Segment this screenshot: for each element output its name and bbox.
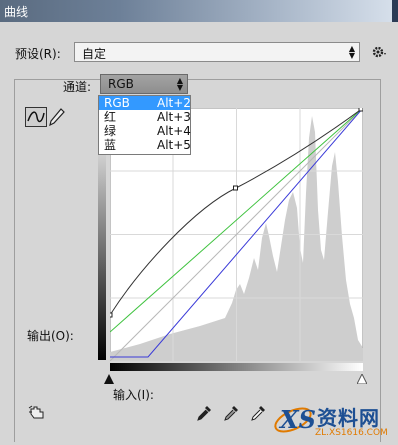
white-point-slider[interactable] [357, 374, 367, 384]
title-bar-edge [392, 0, 398, 22]
eyedropper-gray-icon[interactable] [222, 404, 240, 422]
watermark-url: ZL.XS1616.COM [315, 428, 388, 438]
watermark-name: 资料网 [317, 406, 380, 430]
input-gradient-bar [110, 363, 363, 371]
gear-icon[interactable] [371, 44, 387, 60]
select-arrows-icon: ▲ ▼ [176, 76, 183, 92]
black-point-slider[interactable] [104, 374, 114, 384]
eyedropper-white-icon[interactable] [249, 404, 267, 422]
site-watermark: XS 资料网 ZL.XS1616.COM [271, 398, 398, 445]
output-label: 输出(O): [27, 329, 74, 343]
channel-label: 通道: [63, 80, 92, 94]
pencil-icon[interactable] [49, 108, 65, 126]
channel-select[interactable]: RGB ▲ ▼ [100, 74, 188, 94]
svg-text:XS: XS [278, 405, 315, 434]
curve-point-end[interactable] [358, 108, 363, 112]
menu-item-blue[interactable]: 蓝 Alt+5 [99, 138, 191, 152]
menu-item-rgb[interactable]: RGB Alt+2 [99, 96, 191, 110]
preset-select[interactable]: 自定 ▲ ▼ [74, 42, 360, 62]
eyedropper-black-icon[interactable] [195, 404, 213, 422]
menu-item-red[interactable]: 红 Alt+3 [99, 110, 191, 124]
window-title: 曲线 [4, 5, 29, 19]
hand-adjust-icon[interactable] [28, 404, 46, 422]
select-arrows-icon: ▲ ▼ [348, 44, 355, 60]
menu-item-green[interactable]: 绿 Alt+4 [99, 124, 191, 138]
channel-value: RGB [108, 77, 134, 91]
watermark-logo-icon: XS [274, 405, 316, 434]
input-label: 输入(I): [113, 388, 154, 402]
title-bar: 曲线 [0, 0, 398, 22]
preset-value: 自定 [82, 47, 107, 61]
curve-tool-icon [27, 111, 45, 123]
curve-point-start[interactable] [110, 312, 113, 318]
curve-tool-button[interactable] [25, 107, 47, 127]
preset-label: 预设(R): [15, 47, 61, 61]
curve-point-mid[interactable] [233, 185, 238, 191]
channel-dropdown-menu: RGB Alt+2 红 Alt+3 绿 Alt+4 蓝 Alt+5 [98, 95, 191, 155]
